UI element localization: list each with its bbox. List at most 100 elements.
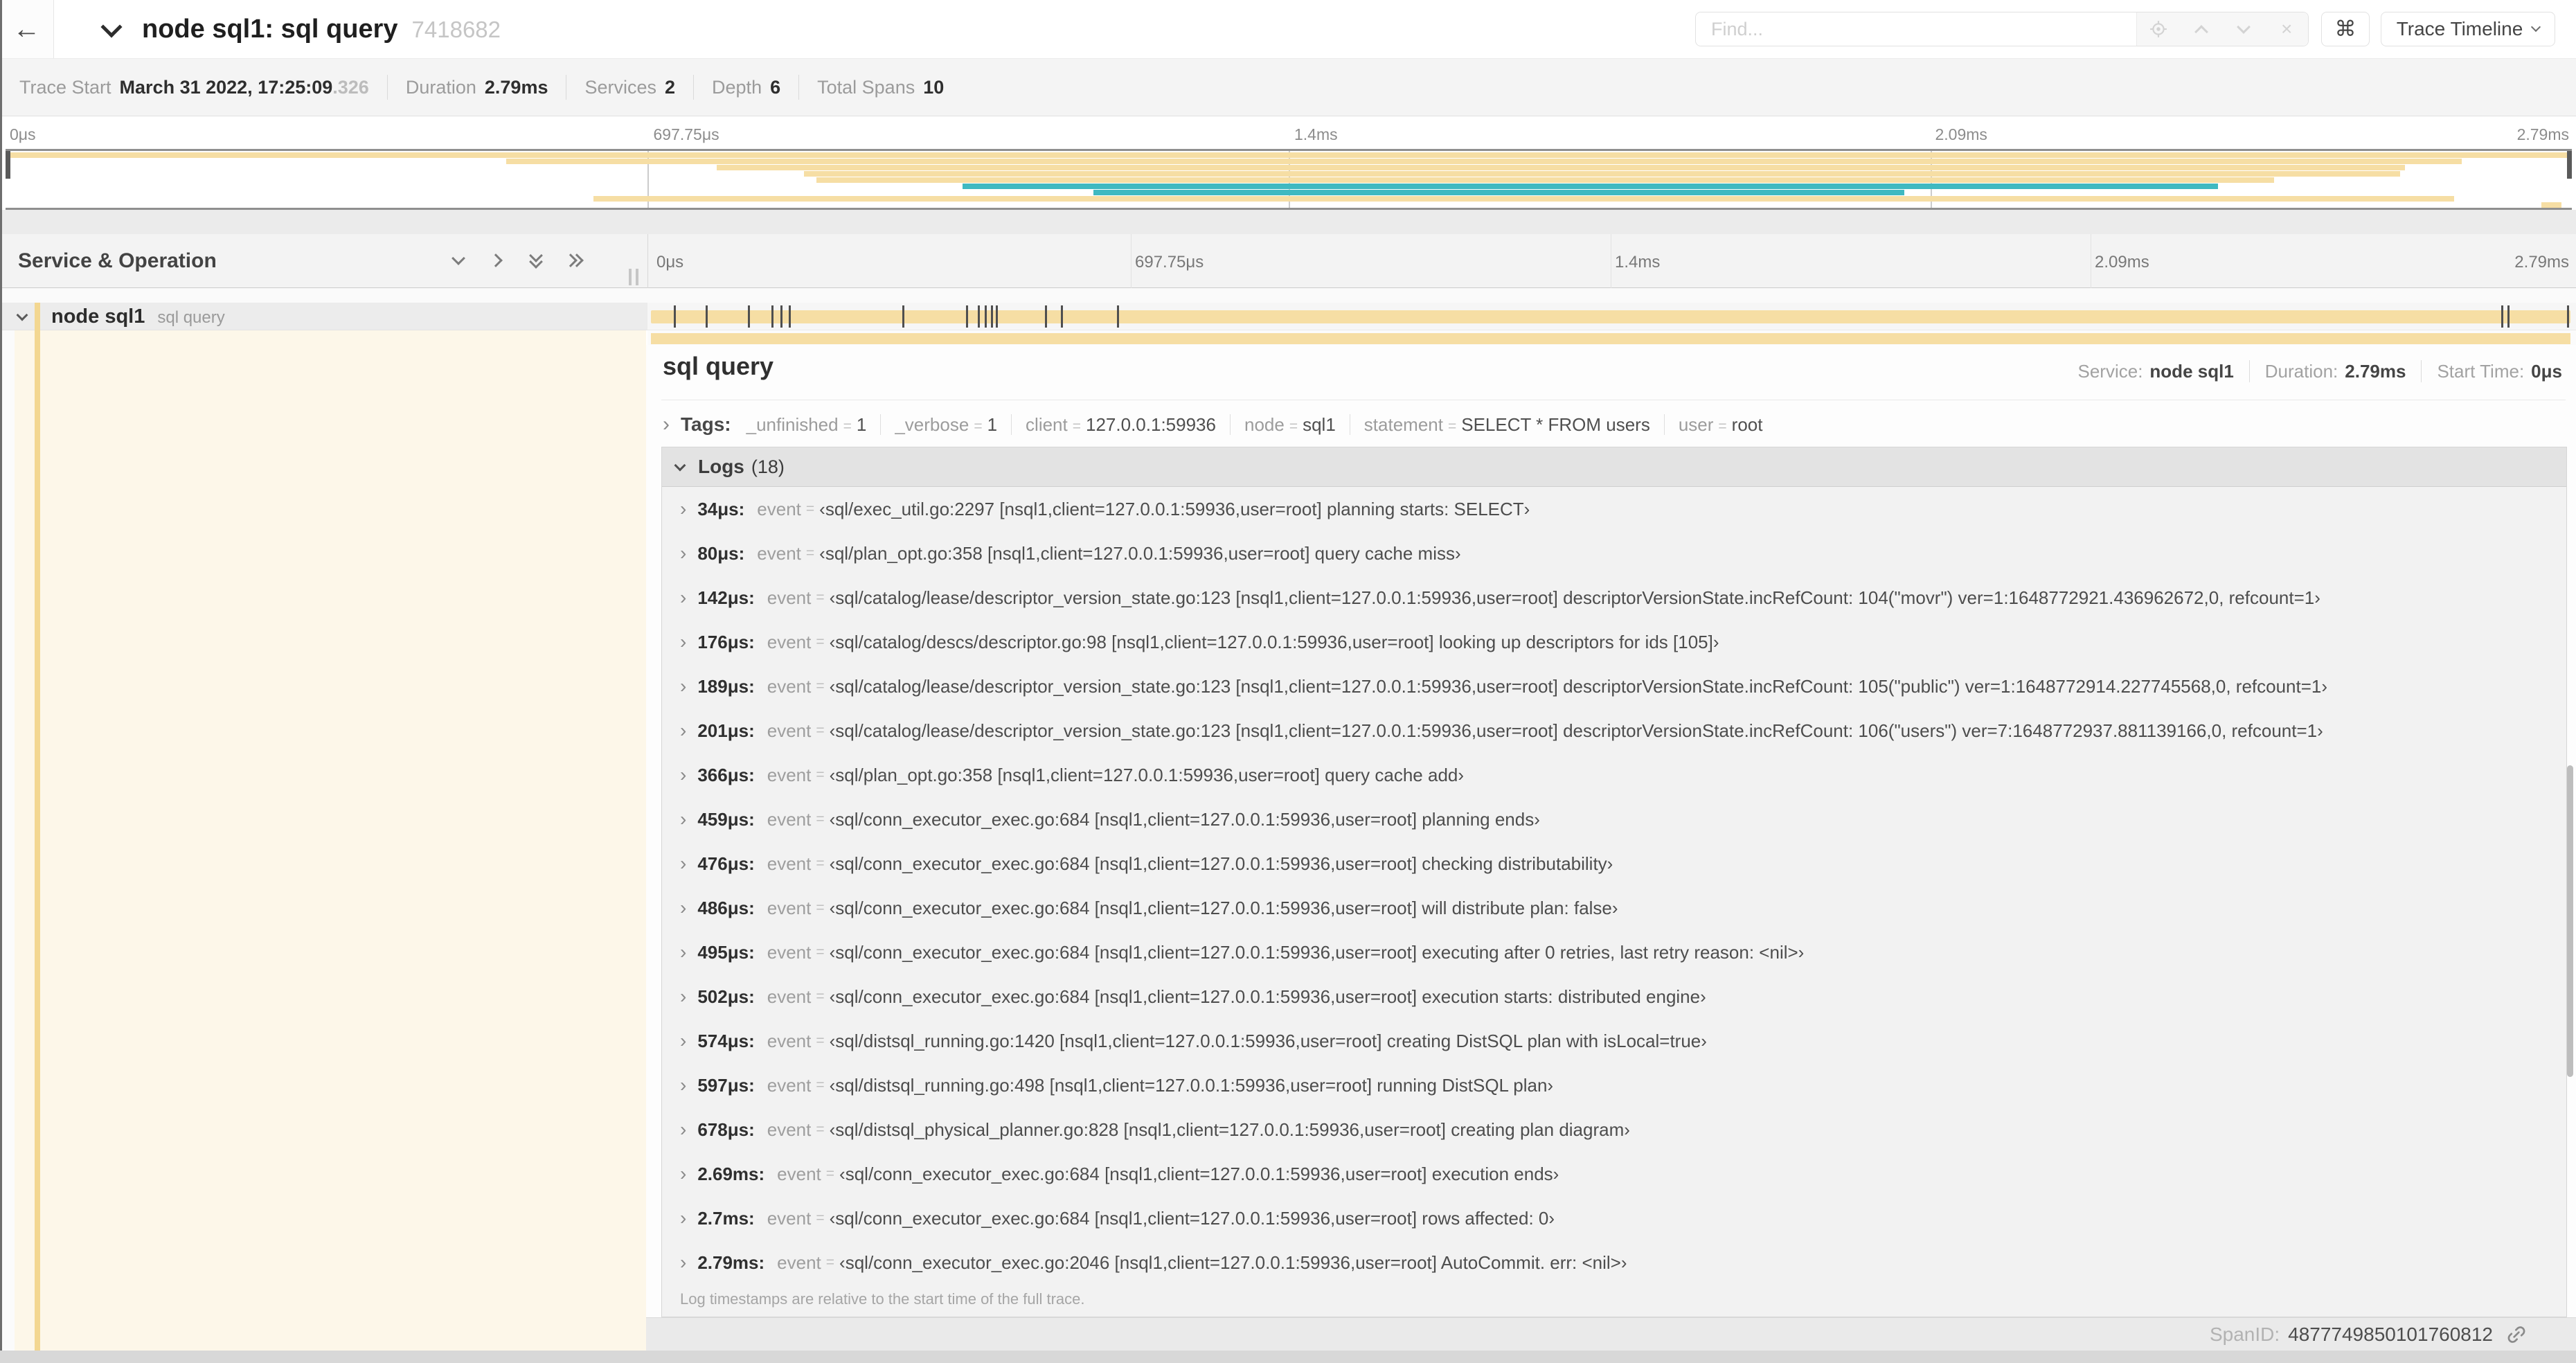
log-row[interactable]: › 502μs: event = ‹sql/conn_executor_exec.go:… — [662, 974, 2566, 1019]
tags-chevron-right-icon: › — [663, 413, 670, 436]
expand-one-chevron-right-icon[interactable] — [489, 252, 508, 270]
logs-header[interactable]: Logs (18) — [662, 447, 2566, 487]
find-prev-chevron-up-icon[interactable] — [2185, 13, 2217, 45]
log-row[interactable]: › 80μs: event = ‹sql/plan_opt.go:358 [nsql1,… — [662, 531, 2566, 576]
tag-value: SELECT * FROM users — [1461, 413, 1650, 435]
find-input[interactable] — [1696, 12, 2136, 46]
chevron-down-icon — [2531, 21, 2541, 33]
log-marker — [1116, 305, 1119, 328]
log-row[interactable]: › 189μs: event = ‹sql/catalog/lease/descript… — [662, 664, 2566, 709]
minimap-ruler: 0μs 697.75μs 1.4ms 2.09ms 2.79ms — [0, 116, 2576, 149]
span-row-timeline[interactable] — [647, 303, 2576, 330]
log-row[interactable]: › 142μs: event = ‹sql/catalog/lease/descript… — [662, 576, 2566, 620]
log-field-key: event — [767, 1119, 812, 1140]
tag-divider — [880, 414, 882, 435]
log-marker — [984, 305, 987, 328]
find-next-chevron-down-icon[interactable] — [2228, 13, 2260, 45]
summary-value: 6 — [770, 76, 781, 98]
service-operation-header: Service & Operation — [0, 234, 647, 288]
log-row[interactable]: › 476μs: event = ‹sql/conn_executor_exec.go:… — [662, 841, 2566, 886]
log-row-chevron-right-icon: › — [680, 853, 687, 874]
collapse-all-double-chevron-down-icon[interactable] — [528, 249, 546, 270]
log-row[interactable]: › 366μs: event = ‹sql/plan_opt.go:358 [nsql1… — [662, 753, 2566, 797]
timeline-ruler-header: 0μs 697.75μs 1.4ms 2.09ms 2.79ms — [647, 234, 2576, 288]
minimap-span-bar — [963, 183, 2218, 189]
locate-icon[interactable] — [2143, 13, 2174, 45]
trace-title-text: node sql1: sql query — [142, 15, 398, 44]
column-resize-grip[interactable] — [629, 269, 638, 285]
log-row-chevron-right-icon: › — [680, 587, 687, 608]
log-row-chevron-right-icon: › — [680, 986, 687, 1007]
summary-item: Duration 2.79ms — [406, 77, 548, 98]
log-row-chevron-right-icon: › — [680, 498, 687, 519]
log-field-key: event — [767, 808, 812, 830]
keyboard-shortcuts-button[interactable]: ⌘ — [2321, 12, 2370, 46]
tag-item: client = 127.0.0.1:59936 — [1026, 414, 1216, 436]
log-timestamp: 176μs: — [697, 631, 755, 652]
log-row[interactable]: › 2.7ms: event = ‹sql/conn_executor_exec.go:… — [662, 1196, 2566, 1240]
top-bar: ← node sql1: sql query7418682 × ⌘ T — [0, 0, 2576, 58]
log-row[interactable]: › 486μs: event = ‹sql/conn_executor_exec.go:… — [662, 886, 2566, 930]
log-field-key: event — [757, 498, 801, 519]
log-row[interactable]: › 574μs: event = ‹sql/distsql_running.go:142… — [662, 1019, 2566, 1063]
minimap-left-drag-handle[interactable] — [6, 151, 10, 179]
log-timestamp: 189μs: — [697, 675, 755, 697]
collapse-one-chevron-down-icon[interactable] — [451, 251, 469, 270]
logs-label: Logs — [698, 456, 744, 477]
trace-collapse-chevron-icon[interactable] — [100, 16, 123, 38]
log-row[interactable]: › 597μs: event = ‹sql/distsql_running.go:498… — [662, 1063, 2566, 1107]
span-id-label: SpanID: — [2209, 1323, 2280, 1345]
tag-value: sql1 — [1303, 413, 1336, 435]
trace-view-dropdown[interactable]: Trace Timeline — [2381, 12, 2555, 46]
log-row[interactable]: › 459μs: event = ‹sql/conn_executor_exec.go:… — [662, 797, 2566, 841]
meta-value: node sql1 — [2149, 360, 2234, 382]
log-field-value: ‹sql/exec_util.go:2297 [nsql1,client=127… — [819, 498, 1530, 519]
log-field-key: event — [767, 720, 812, 741]
tag-key: _unfinished — [746, 413, 839, 435]
log-field-key: event — [767, 941, 812, 963]
span-id-value: 4877749850101760812 — [2288, 1323, 2493, 1345]
log-timestamp: 34μs: — [697, 498, 745, 519]
span-bar[interactable] — [651, 310, 2570, 323]
expand-all-double-chevron-right-icon[interactable] — [564, 252, 585, 270]
log-field-value: ‹sql/distsql_physical_planner.go:828 [ns… — [829, 1119, 1630, 1140]
log-row[interactable]: › 495μs: event = ‹sql/conn_executor_exec.go:… — [662, 930, 2566, 974]
log-field-key: event — [777, 1163, 821, 1184]
summary-divider — [386, 75, 388, 100]
log-row[interactable]: › 2.79ms: event = ‹sql/conn_executor_exec.go… — [662, 1240, 2566, 1285]
minimap-span-bar — [1093, 189, 1905, 195]
collapse-controls — [451, 234, 585, 288]
vertical-scrollbar-thumb[interactable] — [2567, 765, 2573, 1077]
detail-span-title: sql query — [663, 352, 774, 380]
log-row[interactable]: › 176μs: event = ‹sql/catalog/descs/descript… — [662, 620, 2566, 664]
tag-divider — [1229, 414, 1231, 435]
span-collapse-chevron-down-icon[interactable] — [16, 309, 28, 321]
log-field-value: ‹sql/conn_executor_exec.go:684 [nsql1,cl… — [829, 941, 1805, 963]
log-marker — [990, 305, 993, 328]
detail-color-chip — [35, 330, 40, 1351]
log-row-chevron-right-icon: › — [680, 1251, 687, 1273]
summary-item: Trace Start March 31 2022, 17:25:09.326 — [19, 77, 369, 98]
span-row-service[interactable]: node sql1 sql query — [0, 303, 647, 330]
find-clear-close-icon[interactable]: × — [2271, 13, 2302, 45]
deep-link-icon[interactable] — [2505, 1324, 2528, 1346]
log-row-chevron-right-icon: › — [680, 897, 687, 918]
log-row[interactable]: › 2.69ms: event = ‹sql/conn_executor_exec.go… — [662, 1152, 2566, 1196]
tag-key: statement — [1363, 413, 1443, 435]
log-row-chevron-right-icon: › — [680, 808, 687, 830]
minimap-tick-label: 1.4ms — [1294, 125, 1338, 143]
tag-item: user = root — [1679, 414, 1763, 436]
minimap-canvas[interactable] — [6, 149, 2572, 210]
minimap-right-drag-handle[interactable] — [2567, 151, 2572, 179]
back-button[interactable]: ← — [0, 0, 54, 58]
command-icon: ⌘ — [2334, 17, 2356, 42]
log-row[interactable]: › 678μs: event = ‹sql/distsql_physical_plann… — [662, 1107, 2566, 1152]
summary-item: Total Spans 10 — [817, 77, 944, 98]
tags-row[interactable]: › Tags: _unfinished = 1 _verbose = 1 client = 12… — [663, 409, 1762, 440]
log-row[interactable]: › 201μs: event = ‹sql/catalog/lease/descript… — [662, 709, 2566, 753]
log-field-value: ‹sql/conn_executor_exec.go:684 [nsql1,cl… — [829, 986, 1706, 1007]
log-marker — [2507, 305, 2510, 328]
log-timestamp: 476μs: — [697, 853, 755, 874]
log-row[interactable]: › 34μs: event = ‹sql/exec_util.go:2297 [nsql… — [662, 487, 2566, 531]
tag-item: statement = SELECT * FROM users — [1364, 414, 1650, 436]
